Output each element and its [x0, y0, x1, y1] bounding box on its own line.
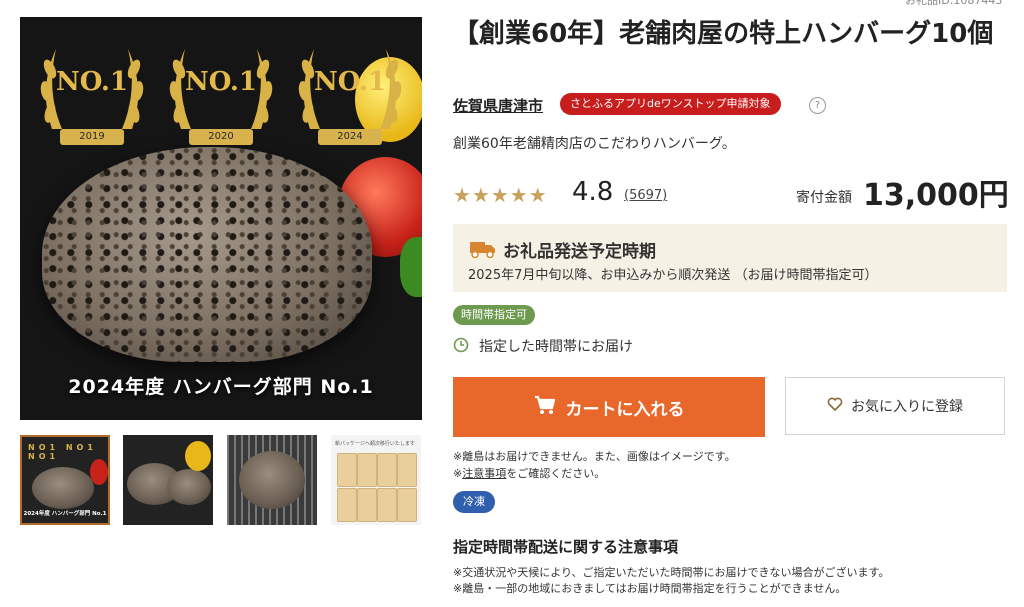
shipping-text: 2025年7月中旬以降、お申込みから順次発送 （お届け時間帯指定可） [468, 268, 878, 283]
favorite-button-label: お気に入りに登録 [851, 399, 963, 415]
thumb-patty [32, 467, 94, 509]
add-to-favorites-button[interactable]: お気に入りに登録 [785, 377, 1005, 435]
package-item [377, 453, 397, 487]
precautions-link[interactable]: 注意事項 [462, 467, 506, 480]
award-year: 2020 [208, 131, 234, 142]
onestop-badge: さとふるアプリdeワンストップ申請対象 [560, 93, 781, 115]
clock-icon [453, 337, 469, 357]
time-slot-tag: 時間帯指定可 [453, 305, 535, 325]
rating-score: 4.8 [572, 177, 614, 207]
hamburg-patty [42, 147, 372, 362]
main-product-image[interactable]: NO.1 2019 NO.1 2020 NO.1 2024 2024年度 ハンバ… [20, 17, 422, 420]
product-id: お礼品ID:1087443 [905, 0, 1003, 7]
cart-icon [534, 395, 556, 420]
package-item [397, 488, 417, 522]
truck-icon [470, 240, 496, 262]
greens-garnish [400, 237, 422, 297]
help-icon[interactable]: ? [809, 97, 826, 114]
thumbnail-2[interactable] [123, 435, 213, 525]
thumbnail-1[interactable]: NO1 NO1 NO1 2024年度 ハンバーグ部門 No.1 [20, 435, 110, 525]
thumb-pepper [185, 441, 211, 471]
award-year: 2024 [337, 131, 363, 142]
review-count[interactable]: (5697) [624, 188, 667, 203]
city-link[interactable]: 佐賀県唐津市 [453, 95, 543, 116]
thumb-patty [167, 469, 211, 505]
package-item [337, 453, 357, 487]
note-prefix: ※ [453, 467, 463, 480]
time-slot-text: 指定した時間帯にお届け [479, 339, 633, 355]
thumbnail-4[interactable]: 新パッケージへ順次移行いたします [331, 435, 421, 525]
note-line-1: ※離島はお届けできません。また、画像はイメージです。 [453, 450, 736, 463]
award-2020: NO.1 2020 [161, 29, 281, 154]
product-description: 創業60年老舗精肉店のこだわりハンバーグ。 [453, 136, 736, 152]
award-mark: NO.1 [313, 67, 387, 97]
package-item [357, 488, 377, 522]
award-laurels: NO.1 2019 NO.1 2020 NO.1 2024 [20, 17, 422, 177]
thumb-package-note: 新パッケージへ順次移行いたします [335, 441, 415, 447]
thumb-patty [239, 451, 305, 509]
note-line-2: ※注意事項をご確認ください。 [453, 465, 605, 481]
delivery-notice-line-2: ※離島・一部の地域におきましてはお届け時間帯指定を行うことができません。 [453, 582, 847, 595]
award-mark: NO.1 [55, 67, 129, 97]
note-suffix: をご確認ください。 [506, 467, 606, 480]
thumbnail-3[interactable] [227, 435, 317, 525]
rating-stars-icon: ★★★★★ [453, 183, 548, 207]
price-value: 13,000円 [863, 178, 1009, 213]
cart-button-label: カートに入れる [565, 399, 685, 420]
package-item [397, 453, 417, 487]
price-label: 寄付金額 [796, 190, 852, 206]
award-2024: NO.1 2024 [290, 29, 410, 154]
award-mark: NO.1 [184, 67, 258, 97]
product-title: 【創業60年】老舗肉屋の特上ハンバーグ10個 [453, 19, 994, 49]
award-2019: NO.1 2019 [32, 29, 152, 154]
thumb-laurels: NO1 NO1 NO1 [28, 443, 97, 461]
main-image-caption: 2024年度 ハンバーグ部門 No.1 [68, 376, 374, 398]
award-year: 2019 [79, 131, 105, 142]
shipping-title: お礼品発送予定時期 [503, 242, 656, 262]
heart-icon [827, 397, 843, 415]
package-item [357, 453, 377, 487]
package-item [337, 488, 357, 522]
delivery-notice-title: 指定時間帯配送に関する注意事項 [453, 538, 679, 556]
delivery-notice-line-1: ※交通状況や天候により、ご指定いただいた時間帯にお届けできない場合がございます。 [453, 566, 890, 579]
add-to-cart-button[interactable]: カートに入れる [453, 377, 765, 437]
package-item [377, 488, 397, 522]
thumb-caption: 2024年度 ハンバーグ部門 No.1 [23, 511, 107, 517]
frozen-tag: 冷凍 [453, 491, 495, 513]
review-count-link[interactable]: (5697) [624, 188, 667, 203]
